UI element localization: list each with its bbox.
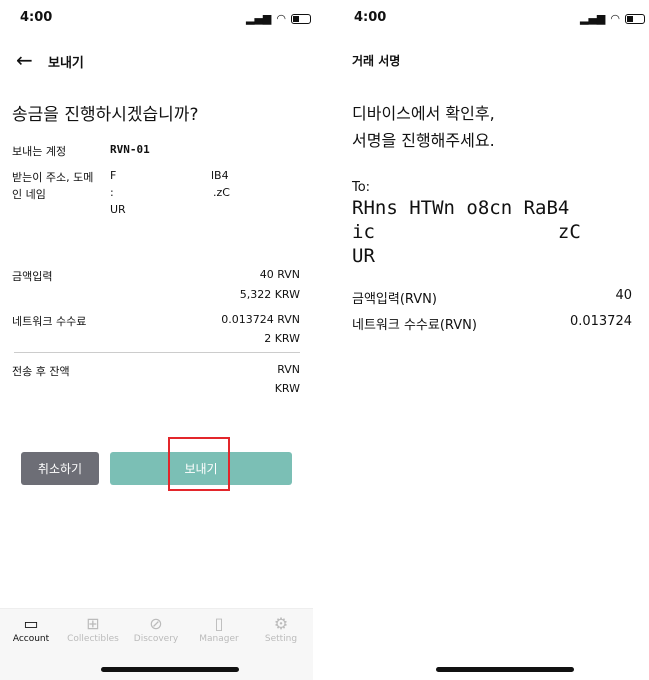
fee-krw: 2 KRW [264,332,300,345]
box-icon: ⊞ [86,614,100,633]
recipient-label: 받는이 주소, 도메인 네임 [12,171,94,201]
balance-krw: KRW [274,382,300,395]
sign-transaction-screen: 4:00 ▂▄▆ ◠ 거래 서명 디바이스에서 확인후, 서명을 진행해주세요. … [330,0,649,680]
wallet-icon: ▭ [23,614,39,633]
status-icons: ▂▄▆ ◠ [580,12,645,25]
status-icons: ▂▄▆ ◠ [246,12,311,25]
recipient-address-fragment: : [110,186,114,199]
amount-krw: 5,322 KRW [239,288,300,301]
status-time: 4:00 [354,10,387,25]
address-line: RHns HTWn o8cn RaB4 [352,197,570,219]
send-confirm-screen: 4:00 ▂▄▆ ◠ ← 보내기 송금을 진행하시겠습니까? 보내는 계정 RVN… [0,0,313,680]
tab-setting[interactable]: ⚙ Setting [250,614,312,644]
gear-icon: ⚙ [273,614,289,633]
tab-account[interactable]: ▭ Account [0,614,62,644]
amount-label: 금액입력(RVN) [352,292,437,307]
device-icon: ▯ [214,614,224,633]
from-account-label: 보내는 계정 [12,145,67,158]
recipient-address-fragment: UR [110,203,126,216]
fee-value: 0.013724 [569,314,632,329]
address-line: ic zC [352,221,581,243]
tab-collectibles[interactable]: ⊞ Collectibles [62,614,124,644]
recipient-address-fragment: lB4 [211,169,229,182]
address-line: UR [352,245,375,267]
amount-value: 40 [615,288,632,303]
page-title: 송금을 진행하시겠습니까? [12,105,199,125]
status-time: 4:00 [20,10,53,25]
header-title: 거래 서명 [352,54,401,68]
header-title: 보내기 [48,56,84,71]
amount-rvn: 40 RVN [259,268,300,281]
home-indicator [101,667,239,672]
instruction-line-2: 서명을 진행해주세요. [352,131,495,150]
to-label: To: [352,180,371,195]
fee-label: 네트워크 수수료 [12,315,87,328]
balance-label: 전송 후 잔액 [12,365,70,378]
tab-discovery[interactable]: ⊘ Discovery [125,614,187,644]
instruction-line-1: 디바이스에서 확인후, [352,104,495,123]
back-arrow-icon[interactable]: ← [16,48,33,72]
highlight-box [168,437,230,491]
tab-manager[interactable]: ▯ Manager [188,614,250,644]
home-indicator [436,667,574,672]
from-account-value: RVN-01 [110,143,150,156]
planet-icon: ⊘ [149,614,163,633]
cancel-button[interactable]: 취소하기 [21,452,99,485]
recipient-address-fragment: .zC [213,186,230,199]
recipient-address-fragment: F [110,169,117,182]
fee-rvn: 0.013724 RVN [221,313,300,326]
amount-label: 금액입력 [12,270,53,283]
balance-rvn: RVN [277,363,300,376]
fee-label: 네트워크 수수료(RVN) [352,318,477,333]
divider [14,352,300,353]
